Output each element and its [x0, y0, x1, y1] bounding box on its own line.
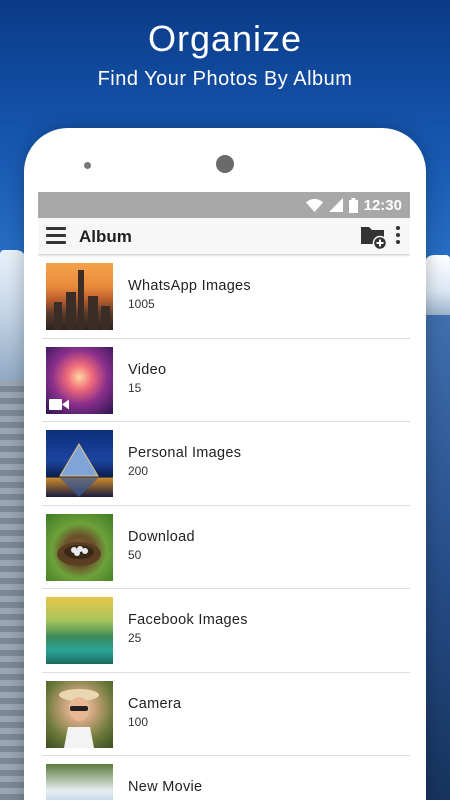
album-thumbnail — [46, 430, 113, 497]
status-icons: 12:30 — [305, 196, 402, 214]
album-name: Camera — [128, 695, 182, 712]
album-row-video[interactable]: Video 15 — [42, 339, 410, 422]
album-count: 25 — [128, 631, 142, 645]
album-row-new-movie[interactable]: New Movie 8 — [42, 756, 410, 800]
menu-icon[interactable] — [46, 227, 66, 245]
wifi-icon — [305, 198, 323, 212]
album-thumbnail — [46, 346, 113, 414]
snowy-trees-right — [424, 255, 450, 315]
album-thumbnail — [46, 263, 113, 330]
album-thumbnail — [46, 764, 113, 800]
snowy-trees-left — [0, 250, 26, 390]
album-count: 200 — [128, 464, 149, 478]
album-name: Personal Images — [128, 445, 242, 461]
album-thumbnail — [46, 513, 113, 581]
album-count: 1005 — [128, 297, 155, 311]
promo-headline: Organize — [147, 18, 303, 59]
album-thumbnail — [46, 597, 113, 664]
app-screen: 12:30 Album WhatsApp Images 1005 Video 1… — [38, 192, 410, 800]
album-count: 15 — [128, 380, 142, 395]
album-name: WhatsApp Images — [128, 278, 251, 294]
lake-water — [424, 315, 450, 800]
toolbar-title: Album — [79, 227, 132, 246]
album-name: Download — [128, 528, 195, 545]
battery-icon — [348, 197, 358, 213]
album-thumbnail — [46, 680, 113, 748]
album-row-download[interactable]: Download 50 — [42, 506, 410, 589]
phone-sensor-dot — [84, 162, 91, 169]
album-row-camera[interactable]: Camera 100 — [42, 673, 410, 756]
video-camera-icon — [49, 398, 69, 410]
status-time: 12:30 — [363, 196, 402, 214]
album-list: WhatsApp Images 1005 Video 15 Personal I… — [38, 255, 410, 800]
phone-camera-dot — [216, 155, 234, 173]
album-name: Video — [128, 361, 167, 378]
app-toolbar: Album — [38, 218, 410, 255]
album-row-whatsapp-images[interactable]: WhatsApp Images 1005 — [42, 255, 410, 339]
album-name: Facebook Images — [128, 612, 248, 628]
album-row-personal-images[interactable]: Personal Images 200 — [42, 422, 410, 506]
album-row-facebook-images[interactable]: Facebook Images 25 — [42, 589, 410, 673]
more-vert-icon[interactable] — [394, 226, 402, 246]
album-name: New Movie — [128, 779, 203, 795]
signal-icon — [328, 198, 343, 212]
promo-subline: Find Your Photos By Album — [97, 68, 353, 90]
wooden-dock — [0, 380, 26, 800]
add-folder-icon[interactable] — [360, 224, 388, 250]
album-count: 100 — [128, 714, 149, 729]
album-count: 50 — [128, 547, 142, 562]
status-bar: 12:30 — [38, 192, 410, 218]
